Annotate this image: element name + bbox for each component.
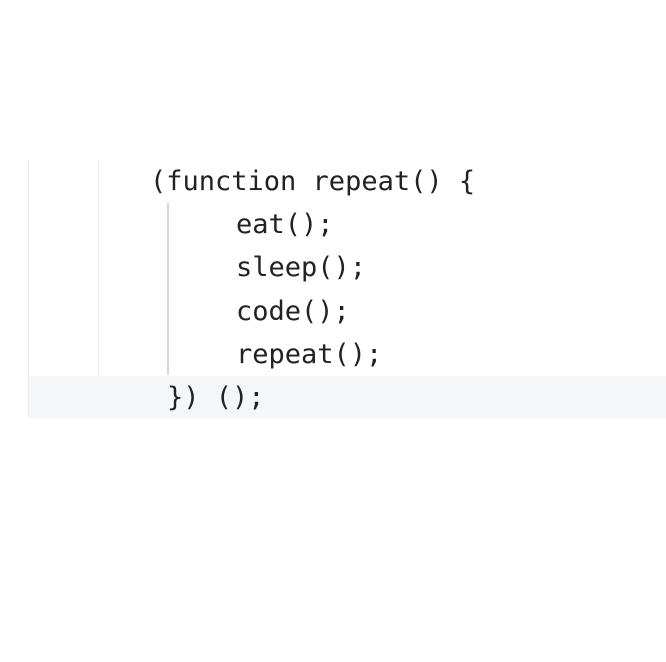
code-line[interactable]: sleep();	[236, 246, 366, 289]
code-line[interactable]: (function repeat() {	[150, 160, 475, 203]
code-line[interactable]: repeat();	[236, 333, 382, 376]
code-line[interactable]: eat();	[236, 203, 334, 246]
code-editor[interactable]: (function repeat() { eat(); sleep(); cod…	[0, 0, 666, 662]
current-line-highlight	[29, 376, 666, 418]
code-line-current[interactable]: }) ();	[167, 376, 265, 419]
indent-guide	[167, 203, 169, 375]
code-line[interactable]: code();	[236, 290, 350, 333]
